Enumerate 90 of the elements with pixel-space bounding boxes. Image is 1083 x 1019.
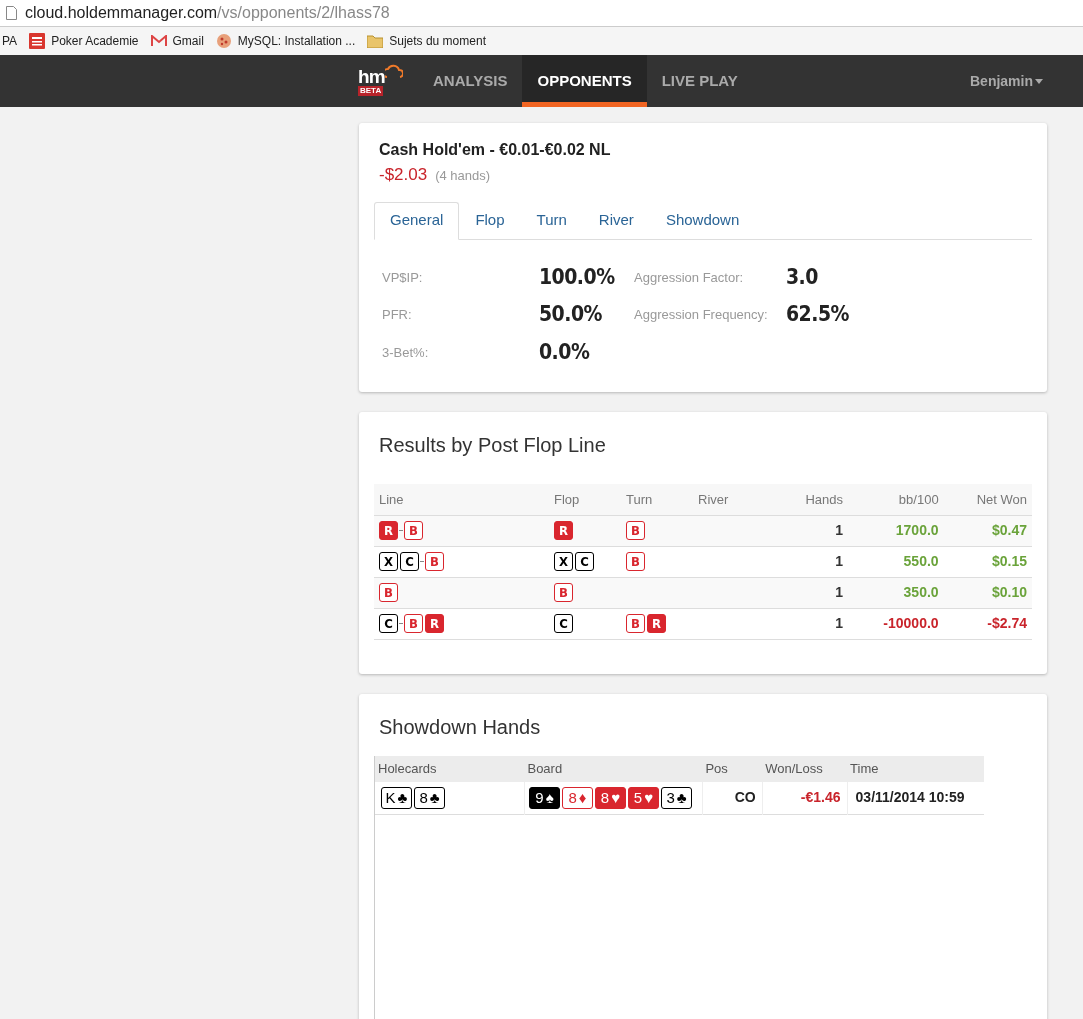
action-badge: B — [554, 583, 573, 602]
action-badge: B — [425, 552, 444, 571]
action-badge: R — [647, 614, 666, 633]
cloud-icon — [384, 62, 403, 79]
action-badge: B — [404, 614, 423, 633]
stat-label: Aggression Frequency: — [634, 306, 769, 324]
nav-tab[interactable]: OPPONENTS — [522, 55, 647, 107]
column-header: Pos — [702, 755, 763, 782]
bookmark[interactable]: Sujets du moment — [367, 32, 486, 50]
playing-card: K♣ — [381, 786, 412, 809]
action-badge: X — [379, 552, 398, 571]
card-title: Showdown Hands — [379, 714, 542, 740]
stat-label: VP$IP: — [382, 268, 424, 287]
stat-label: 3-Bet%: — [382, 343, 430, 362]
action-badge: R — [425, 614, 444, 633]
bookmark[interactable]: Gmail — [150, 32, 204, 50]
page-icon — [6, 6, 17, 20]
playing-card: 8♥ — [594, 786, 626, 809]
action-badge: B — [379, 583, 398, 602]
action-badge: B — [626, 552, 645, 571]
logo-text: hm — [358, 66, 385, 86]
column-header: bb/100 — [848, 484, 944, 515]
action-badge: C — [400, 552, 419, 571]
stat-tab[interactable]: River — [582, 201, 650, 240]
stat-label: PFR: — [382, 306, 413, 324]
playing-card: 9♠ — [528, 786, 560, 809]
stat-value: 50.0% — [539, 301, 603, 328]
column-header: Holecards — [375, 755, 525, 782]
nav-tab[interactable]: LIVE PLAY — [646, 55, 753, 107]
action-badge: B — [626, 521, 645, 540]
playing-card: 5♥ — [627, 786, 659, 809]
playing-card: 8♣ — [414, 786, 445, 809]
table-cell: 03/11/2014 10:59 — [847, 781, 984, 815]
table-cell: $0.15 — [943, 546, 1032, 577]
action-badge: C — [379, 614, 398, 633]
action-badge: B — [626, 614, 645, 633]
action-badge: X — [554, 552, 573, 571]
table-cell: 1700.0 — [848, 515, 944, 546]
table-cell: 550.0 — [848, 546, 944, 577]
column-header: Turn — [621, 484, 693, 515]
mail-icon — [150, 35, 167, 47]
stat-tab[interactable]: Turn — [520, 201, 583, 240]
playing-card: 3♣ — [660, 786, 692, 809]
bookmark[interactable]: MySQL: Installation ... — [215, 32, 356, 50]
net-result: -$2.03 — [379, 164, 428, 186]
action-badge: C — [575, 552, 594, 571]
table-cell: $0.10 — [943, 577, 1032, 608]
column-header: Board — [524, 755, 703, 782]
game-title: Cash Hold'em - €0.01-€0.02 NL — [379, 140, 612, 160]
column-header: Flop — [549, 484, 621, 515]
action-badge: R — [379, 521, 398, 540]
user-menu[interactable]: Benjamin — [970, 55, 1043, 107]
globe-icon — [215, 33, 232, 49]
table-cell: 1 — [753, 608, 848, 639]
table-cell: CO — [702, 781, 763, 815]
stat-tab[interactable]: General — [374, 201, 460, 240]
table-cell: -€1.46 — [762, 781, 848, 815]
table-cell: 350.0 — [848, 577, 944, 608]
bookmark[interactable]: PA — [2, 32, 18, 50]
table-cell: 1 — [753, 577, 848, 608]
table-cell: -$2.74 — [943, 608, 1032, 639]
table-cell: -10000.0 — [848, 608, 944, 639]
folder-icon — [367, 34, 384, 48]
action-badge: C — [554, 614, 573, 633]
stat-label: Aggression Factor: — [634, 268, 745, 287]
stat-tab[interactable]: Flop — [459, 201, 521, 240]
action-badge: B — [404, 521, 423, 540]
stat-tab[interactable]: Showdown — [649, 201, 756, 240]
caret-icon — [1035, 78, 1043, 84]
table-cell: 1 — [753, 515, 848, 546]
card-title: Results by Post Flop Line — [379, 433, 607, 458]
nav-tab[interactable]: ANALYSIS — [418, 55, 523, 107]
column-header: Time — [847, 755, 984, 782]
column-header: Line — [374, 484, 549, 515]
column-header: Won/Loss — [762, 755, 848, 782]
table-cell: 1 — [753, 546, 848, 577]
stat-value: 62.5% — [786, 301, 850, 328]
action-badge: R — [554, 521, 573, 540]
hand-count: (4 hands) — [435, 167, 491, 185]
bookmark[interactable]: Poker Academie — [29, 32, 139, 50]
stat-value: 100.0% — [539, 263, 616, 291]
bookmark-icon — [29, 33, 46, 49]
beta-badge: BETA — [358, 85, 384, 96]
playing-card: 8♦ — [561, 786, 593, 809]
column-header: River — [693, 484, 753, 515]
stat-value: 3.0 — [786, 263, 819, 291]
column-header: Net Won — [943, 484, 1032, 515]
table-cell: $0.47 — [943, 515, 1032, 546]
column-header: Hands — [753, 484, 848, 515]
stat-value: 0.0% — [539, 338, 591, 366]
